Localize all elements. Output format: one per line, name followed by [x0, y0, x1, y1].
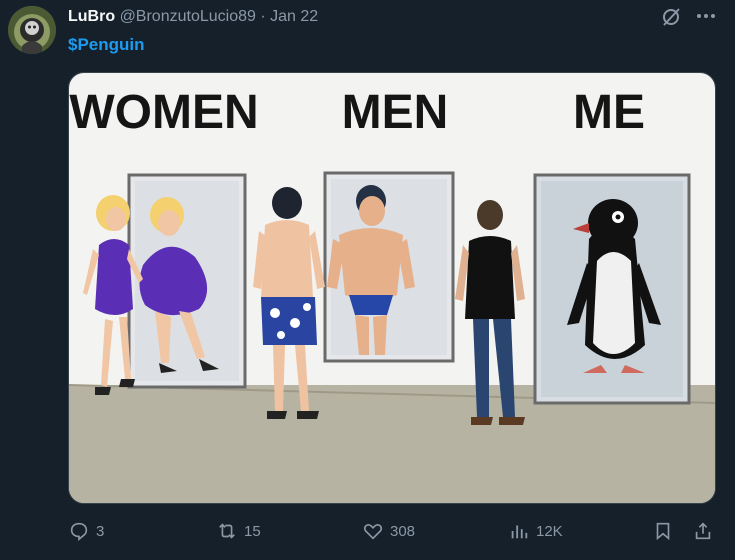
post-header: LuBro @BronzutoLucio89 · Jan 22 — [68, 7, 318, 27]
reply-count: 3 — [96, 522, 105, 540]
more-icon[interactable] — [694, 4, 718, 28]
like-button[interactable]: 308 — [362, 516, 415, 546]
repost-count: 15 — [244, 522, 261, 540]
post-date[interactable]: Jan 22 — [270, 8, 318, 25]
caption-me: ME — [573, 86, 645, 139]
author-name[interactable]: LuBro — [68, 8, 115, 25]
grok-icon[interactable] — [660, 6, 682, 28]
bookmark-button[interactable] — [652, 516, 680, 546]
like-icon — [363, 523, 383, 540]
reply-icon — [70, 522, 88, 542]
bookmark-icon — [656, 522, 670, 541]
avatar-image — [8, 6, 56, 54]
post-image[interactable]: WOMEN MEN ME — [68, 72, 716, 504]
separator: · — [260, 8, 266, 25]
action-bar: 3 15 308 12K — [68, 516, 718, 546]
repost-icon — [219, 523, 235, 539]
share-button[interactable] — [692, 516, 720, 546]
like-count: 308 — [390, 522, 416, 540]
avatar[interactable] — [8, 6, 56, 54]
caption-men: MEN — [342, 86, 449, 139]
author-handle[interactable]: @BronzutoLucio89 — [120, 8, 256, 25]
cashtag-link[interactable]: $Penguin — [68, 34, 145, 56]
views-button[interactable]: 12K — [508, 516, 563, 546]
repost-button[interactable]: 15 — [216, 516, 261, 546]
views-count: 12K — [536, 522, 563, 540]
views-icon — [511, 525, 528, 539]
caption-women: WOMEN — [69, 86, 258, 139]
share-icon — [695, 522, 711, 540]
reply-button[interactable]: 3 — [68, 516, 104, 546]
